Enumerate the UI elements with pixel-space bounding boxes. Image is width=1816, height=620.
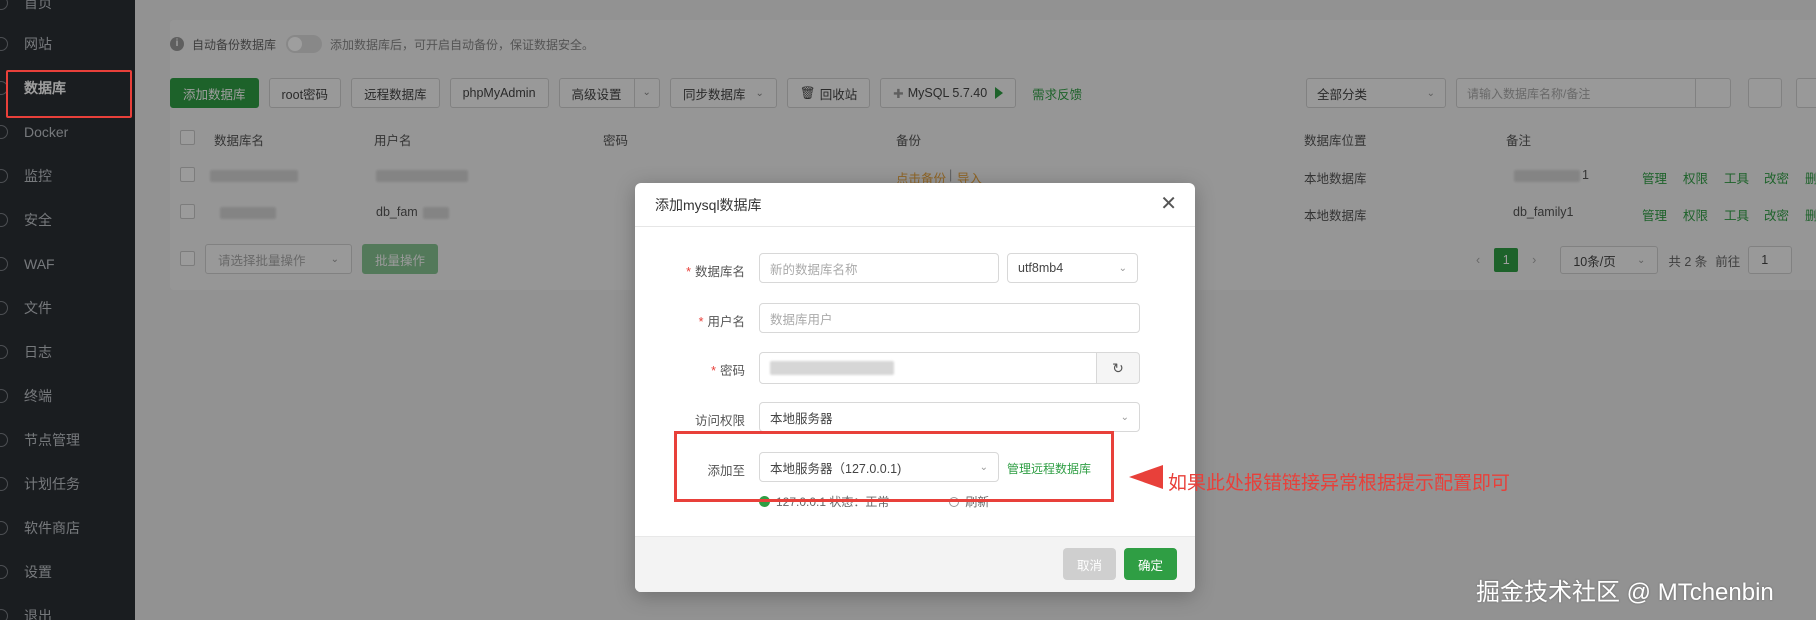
dialog-title: 添加mysql数据库	[655, 196, 762, 213]
db-name-label-text: 数据库名	[694, 265, 745, 279]
password-row: * 密码 ↻	[635, 352, 1195, 384]
required-mark: *	[698, 315, 704, 329]
username-label-text: 用户名	[707, 315, 745, 329]
access-value: 本地服务器	[770, 411, 833, 426]
watermark: 掘金技术社区 @ MTchenbin	[1476, 579, 1774, 606]
annotation-text: 如果此处报错链接异常根据提示配置即可	[1168, 473, 1511, 494]
password-label: * 密码	[711, 360, 745, 379]
chevron-down-icon: ⌄	[1118, 262, 1127, 274]
password-label-text: 密码	[719, 364, 745, 378]
username-row: * 用户名 数据库用户	[635, 303, 1195, 335]
access-row: 访问权限 本地服务器 ⌄	[635, 402, 1195, 434]
required-mark: *	[686, 265, 691, 279]
db-name-input[interactable]: 新的数据库名称	[759, 253, 999, 283]
cancel-button[interactable]: 取消	[1063, 548, 1117, 580]
access-label: 访问权限	[694, 414, 745, 428]
username-input[interactable]: 数据库用户	[759, 303, 1140, 333]
close-icon[interactable]: ✕	[1160, 194, 1177, 214]
red-arrow-icon	[1129, 465, 1163, 489]
access-select[interactable]: 本地服务器 ⌄	[759, 402, 1140, 432]
chevron-down-icon: ⌄	[1120, 411, 1129, 423]
refresh-icon: ↻	[1112, 359, 1124, 376]
sidebar-highlight-box	[6, 70, 132, 118]
add-to-highlight-box	[674, 431, 1114, 502]
add-mysql-database-dialog: 添加mysql数据库 ✕ * 数据库名 新的数据库名称 utf8mb4 ⌄ * 用户名…	[635, 183, 1195, 592]
dialog-footer: 取消 确定	[635, 536, 1195, 592]
confirm-button[interactable]: 确定	[1124, 548, 1178, 580]
required-mark: *	[711, 364, 716, 378]
password-input[interactable]	[759, 352, 1097, 384]
db-name-row: * 数据库名 新的数据库名称 utf8mb4 ⌄	[635, 253, 1195, 285]
password-value-blurred	[770, 361, 894, 375]
dialog-header: 添加mysql数据库 ✕	[635, 183, 1195, 227]
username-label: * 用户名	[699, 311, 745, 330]
charset-select[interactable]: utf8mb4 ⌄	[1007, 253, 1138, 283]
charset-value: utf8mb4	[1018, 261, 1064, 275]
db-name-label: * 数据库名	[686, 261, 745, 280]
regenerate-password-button[interactable]: ↻	[1096, 352, 1140, 384]
